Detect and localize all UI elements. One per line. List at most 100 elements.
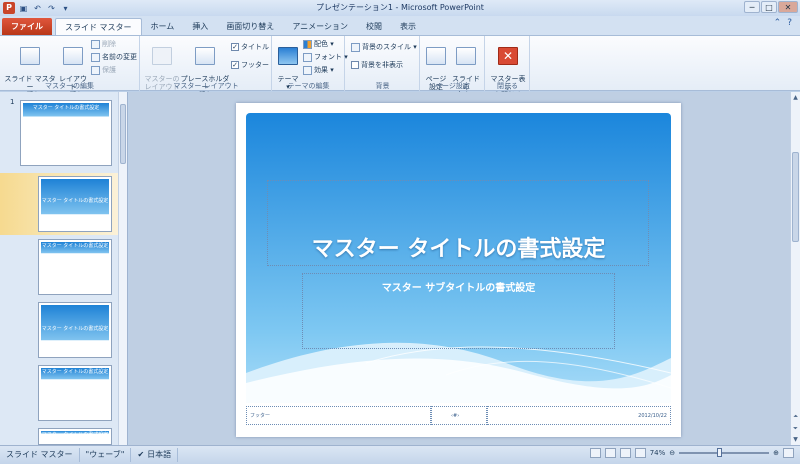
slide-orientation-icon [456, 47, 476, 65]
normal-view-icon[interactable] [589, 448, 601, 458]
page-setup-icon [426, 47, 446, 65]
undo-icon[interactable]: ↶ [32, 3, 43, 14]
save-icon[interactable]: ▣ [18, 3, 29, 14]
colors-icon [303, 39, 312, 49]
group-label-edit-theme: テーマの編集 [287, 82, 330, 90]
background-styles-button[interactable]: 背景のスタイル ▾ [351, 42, 417, 52]
layout-thumbnail[interactable]: マスター タイトルの書式設定 [38, 302, 112, 358]
customize-qat-icon[interactable]: ▾ [60, 3, 71, 14]
quick-access-toolbar: P ▣ ↶ ↷ ▾ [0, 2, 71, 14]
preserve-button[interactable]: 保護 [91, 65, 116, 75]
master-title-text: マスター タイトルの書式設定 [311, 236, 606, 262]
layout-thumbnail[interactable]: マスター タイトルの書式設定 [38, 365, 112, 421]
scroll-down-icon[interactable]: ▼ [791, 436, 800, 443]
tab-slide-master[interactable]: スライド マスター [55, 18, 142, 35]
rename-label: 名前の変更 [102, 53, 137, 61]
layout-thumbnail-title: マスター タイトルの書式設定 [41, 326, 109, 332]
delete-button[interactable]: 削除 [91, 39, 116, 49]
colors-button[interactable]: 配色 ▾ [303, 39, 334, 49]
background-styles-icon [351, 42, 360, 52]
fonts-button[interactable]: フォント ▾ [303, 52, 348, 62]
redo-icon[interactable]: ↷ [46, 3, 57, 14]
canvas-scrollbar[interactable]: ▲ ⏶ ⏷ ▼ [790, 92, 800, 445]
zoom-level[interactable]: 74% [650, 449, 666, 457]
slideshow-view-icon[interactable] [634, 448, 646, 458]
footer-checkbox[interactable]: ✓ フッター [231, 60, 269, 70]
next-slide-icon[interactable]: ⏷ [791, 425, 800, 433]
thumbnail-scroll-thumb[interactable] [120, 104, 126, 164]
scroll-up-icon[interactable]: ▲ [791, 94, 800, 101]
effects-icon [303, 65, 312, 75]
master-thumbnail[interactable]: マスター タイトルの書式設定 [20, 100, 112, 166]
background-styles-label: 背景のスタイル ▾ [362, 43, 417, 51]
layout-thumbnail-title: マスター タイトルの書式設定 [41, 432, 109, 438]
tab-transitions[interactable]: 画面切り替え [217, 18, 283, 35]
slide-thumbnail-pane: 1 マスター タイトルの書式設定 マスター タイトルの書式設定 マスター タイト… [0, 92, 128, 445]
master-thumbnail-title: マスター タイトルの書式設定 [32, 105, 100, 111]
status-view-name: スライド マスター [0, 448, 80, 462]
maximize-button[interactable]: □ [761, 1, 777, 13]
rename-icon [91, 52, 100, 62]
minimize-button[interactable]: ─ [744, 1, 760, 13]
ribbon: スライド マスター の挿入 レイアウト の挿入 削除 名前の変更 保護 マスター… [0, 35, 800, 99]
tab-insert[interactable]: 挿入 [183, 18, 217, 35]
fonts-label: フォント ▾ [314, 53, 348, 61]
zoom-out-icon[interactable]: ⊖ [669, 449, 675, 457]
status-language-label: 日本語 [147, 450, 172, 459]
status-language[interactable]: ✔ 日本語 [131, 448, 179, 462]
insert-placeholder-icon [195, 47, 215, 65]
close-window-button[interactable]: ✕ [778, 1, 798, 13]
tab-home[interactable]: ホーム [142, 18, 184, 35]
group-close: ✕ マスター表示 を閉じる 閉じる [486, 36, 530, 99]
help-icon[interactable]: ? [787, 18, 792, 28]
zoom-slider-knob[interactable] [717, 448, 723, 457]
title-checkbox[interactable]: ✓ タイトル [231, 42, 269, 52]
window-controls: ─ □ ✕ [744, 1, 798, 13]
zoom-in-icon[interactable]: ⊕ [773, 449, 779, 457]
layout-thumbnail-title: マスター タイトルの書式設定 [41, 243, 109, 249]
delete-label: 削除 [102, 40, 116, 48]
canvas-scroll-thumb[interactable] [792, 152, 799, 242]
group-page-setup: ページ 設定 スライドの 向き ▾ ページ設定 [421, 36, 485, 99]
tab-review[interactable]: 校閲 [357, 18, 391, 35]
fit-to-window-icon[interactable] [783, 448, 794, 458]
date-text: 2012/10/22 [638, 413, 667, 419]
tab-animations[interactable]: アニメーション [283, 18, 357, 35]
group-master-layout: マスターの レイアウト プレースホルダー の挿入 ▾ ✓タイトル ✓フッター マ… [141, 36, 272, 99]
title-checkbox-label: タイトル [241, 43, 269, 51]
tab-view[interactable]: 表示 [391, 18, 425, 35]
powerpoint-app-icon[interactable]: P [3, 2, 15, 14]
layout-thumbnail[interactable]: マスター タイトルの書式設定 [38, 239, 112, 295]
fonts-icon [303, 52, 312, 62]
hide-background-label: 背景を非表示 [361, 61, 403, 69]
layout-thumbnail[interactable]: マスター タイトルの書式設定 [38, 176, 112, 232]
slide-background-wave [246, 113, 671, 426]
hide-background-checkbox[interactable]: 背景を非表示 [351, 60, 403, 70]
prev-slide-icon[interactable]: ⏶ [791, 413, 800, 421]
window-title: プレゼンテーション1 - Microsoft PowerPoint [316, 3, 484, 12]
layout-thumbnail[interactable]: マスター タイトルの書式設定 [38, 428, 112, 445]
master-slide-number: 1 [10, 98, 15, 106]
rename-button[interactable]: 名前の変更 [91, 52, 137, 62]
layout-thumbnail-title: マスター タイトルの書式設定 [41, 198, 109, 204]
title-check-icon: ✓ [231, 43, 239, 51]
insert-layout-icon [63, 47, 83, 65]
footer-text: フッター [250, 413, 271, 419]
minimize-ribbon-icon[interactable]: ⌃ [774, 18, 782, 28]
group-edit-master: スライド マスター の挿入 レイアウト の挿入 削除 名前の変更 保護 マスター… [0, 36, 140, 99]
master-slide[interactable]: マスター タイトルの書式設定 マスター サブタイトルの書式設定 フッター ‹#›… [246, 113, 671, 426]
effects-button[interactable]: 効果 ▾ [303, 65, 334, 75]
zoom-controls: 74% ⊖ ⊕ [589, 448, 794, 458]
preserve-label: 保護 [102, 66, 116, 74]
footer-placeholder[interactable] [246, 406, 431, 425]
tab-file[interactable]: ファイル [2, 18, 52, 35]
slide-sorter-view-icon[interactable] [604, 448, 616, 458]
thumbnail-scrollbar[interactable] [118, 92, 127, 445]
ribbon-tabs: ファイル スライド マスター ホーム 挿入 画面切り替え アニメーション 校閲 … [0, 16, 800, 35]
group-edit-theme: テーマ ▾ 配色 ▾ フォント ▾ 効果 ▾ テーマの編集 [273, 36, 348, 91]
zoom-slider[interactable] [679, 448, 770, 457]
spellcheck-icon: ✔ [137, 450, 145, 459]
reading-view-icon[interactable] [619, 448, 631, 458]
themes-icon [278, 47, 298, 65]
footer-check-icon: ✓ [231, 61, 239, 69]
